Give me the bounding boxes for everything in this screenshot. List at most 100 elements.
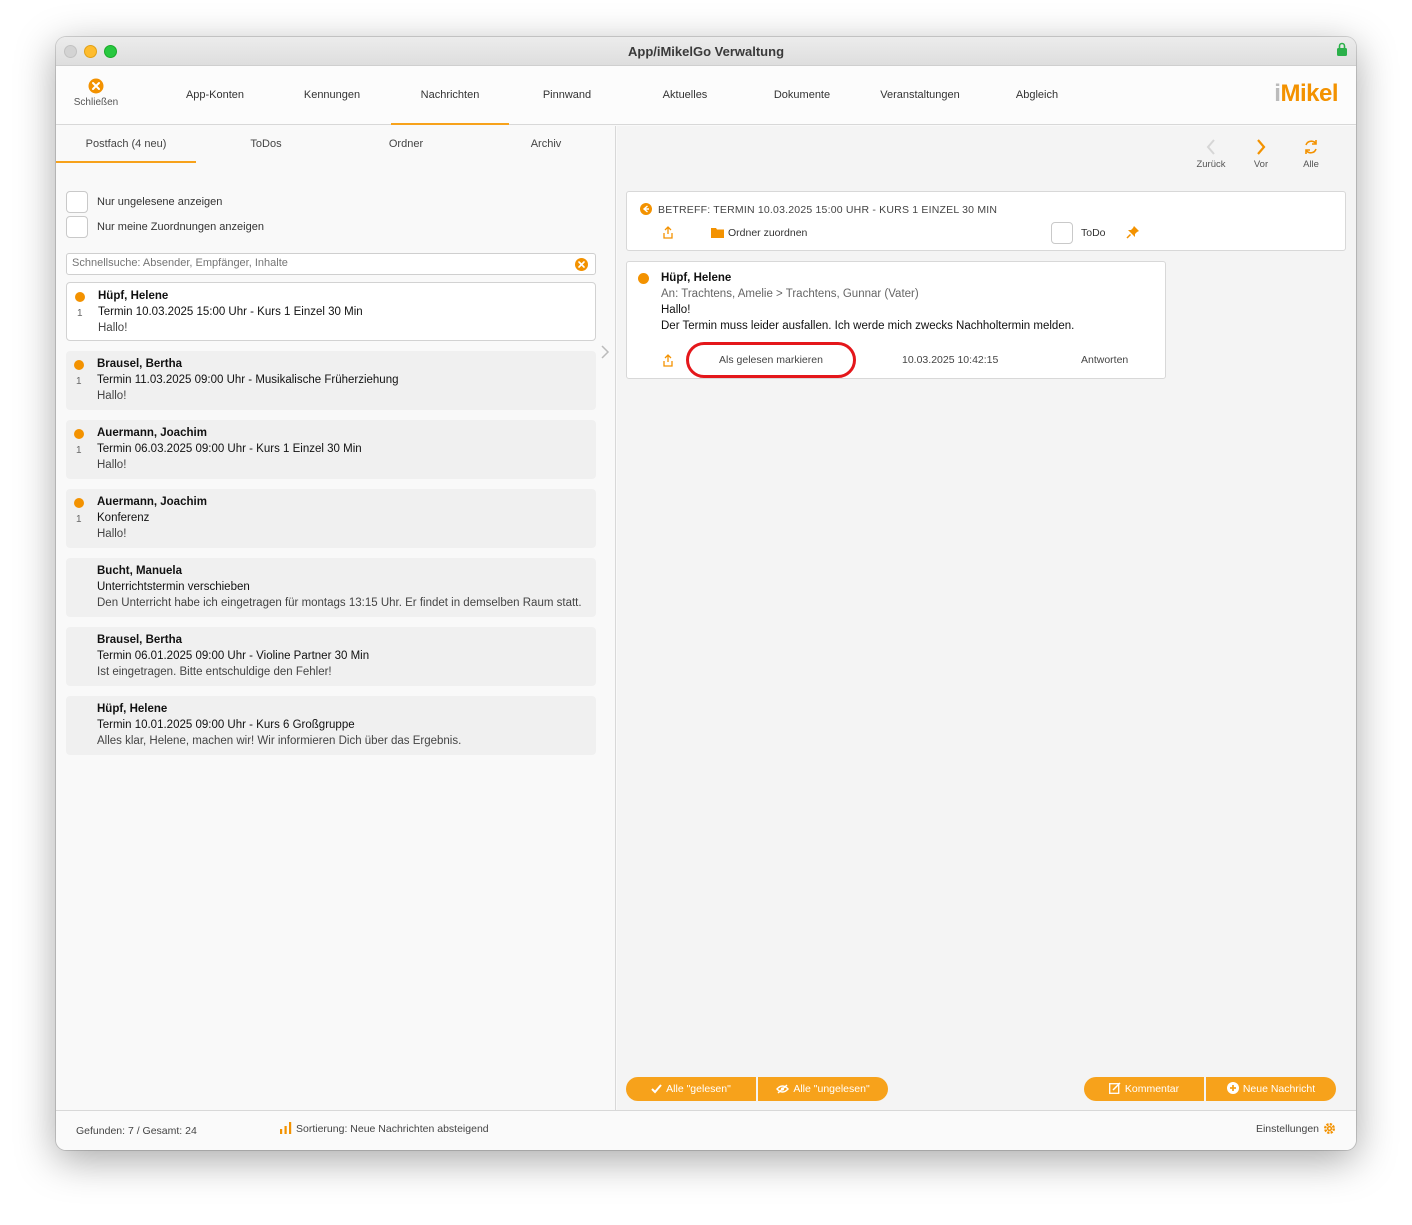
comment-button[interactable]: Kommentar [1084,1077,1204,1101]
mark-all-read-button[interactable]: Alle "gelesen" [626,1077,756,1101]
eye-slash-icon [776,1084,790,1094]
plus-circle-icon [1226,1082,1239,1094]
message-item[interactable]: Brausel, Bertha Termin 06.01.2025 09:00 … [66,627,596,686]
detail-recipients: An: Trachtens, Amelie > Trachtens, Gunna… [661,288,919,300]
comment-label: Kommentar [1124,1083,1180,1095]
app-window: App/iMikelGo Verwaltung Schließen App-Ko… [56,37,1356,1150]
settings-label: Einstellungen [1255,1123,1319,1135]
todo-checkbox[interactable] [1051,222,1073,244]
refresh-icon [1305,140,1317,154]
result-count: Gefunden: 7 / Gesamt: 24 [76,1125,197,1137]
detail-body-line: Der Termin muss leider ausfallen. Ich we… [661,320,1075,332]
forward-label: Vor [1253,159,1269,170]
mark-as-read-button[interactable]: Als gelesen markieren [686,342,856,378]
message-item[interactable]: 1 Auermann, Joachim Termin 06.03.2025 09… [66,420,596,479]
unread-dot-icon [74,360,84,370]
mark-all-unread-button[interactable]: Alle "ungelesen" [758,1077,888,1101]
nav-veranstaltungen[interactable]: Veranstaltungen [861,66,979,125]
close-circle-icon [88,78,104,94]
back-label: Zurück [1196,159,1226,170]
refresh-all-button[interactable]: Alle [1286,138,1336,170]
chevron-left-icon [1206,139,1215,155]
message-preview: Hallo! [97,528,127,540]
nav-aktuelles[interactable]: Aktuelles [626,66,744,125]
message-item[interactable]: Hüpf, Helene Termin 10.01.2025 09:00 Uhr… [66,696,596,755]
message-sender: Brausel, Bertha [97,358,183,370]
thread-subject-box: BETREFF: TERMIN 10.03.2025 15:00 UHR - K… [626,191,1346,251]
tab-ordner[interactable]: Ordner [336,126,476,163]
message-sender: Bucht, Manuela [97,565,182,577]
folder-icon [711,228,724,238]
message-item[interactable]: 1 Auermann, Joachim Konferenz Hallo! [66,489,596,548]
nav-kennungen[interactable]: Kennungen [273,66,391,125]
message-preview: Den Unterricht habe ich eingetragen für … [97,597,582,609]
share-icon[interactable] [662,226,674,239]
unread-only-checkbox[interactable] [66,191,88,213]
chevron-right-icon [601,345,610,359]
status-bar: Gefunden: 7 / Gesamt: 24 Sortierung: Neu… [56,1110,1356,1150]
sort-control[interactable]: Sortierung: Neue Nachrichten absteigend [280,1122,489,1135]
message-count: 1 [77,308,83,319]
message-item[interactable]: 1 Hüpf, Helene Termin 10.03.2025 15:00 U… [66,282,596,341]
message-subject: Termin 06.03.2025 09:00 Uhr - Kurs 1 Ein… [97,443,362,455]
message-preview: Hallo! [98,322,128,334]
clear-search-icon[interactable] [575,258,588,271]
nav-app-konten[interactable]: App-Konten [156,66,274,125]
nav-pinnwand[interactable]: Pinnwand [508,66,626,125]
new-message-button[interactable]: Neue Nachricht [1206,1077,1336,1101]
message-preview: Alles klar, Helene, machen wir! Wir info… [97,735,462,747]
message-sender: Hüpf, Helene [98,290,169,302]
tab-todos[interactable]: ToDos [196,126,336,163]
forward-button[interactable]: Vor [1236,138,1286,170]
message-detail-pane: Zurück Vor Alle BETREFF: TERMIN 10.03.20… [617,126,1356,1110]
search-input[interactable] [72,257,572,269]
share-icon[interactable] [662,354,674,367]
imikel-logo: iMikel [1274,80,1338,107]
tab-postfach[interactable]: Postfach (4 neu) [56,126,196,163]
message-preview: Ist eingetragen. Bitte entschuldige den … [97,666,332,678]
message-sender: Brausel, Bertha [97,634,183,646]
unread-dot-icon [75,292,85,302]
unread-only-label: Nur ungelesene anzeigen [97,196,223,208]
tab-archiv[interactable]: Archiv [476,126,616,163]
settings-button[interactable]: Einstellungen [1256,1122,1336,1135]
detail-body-line: Hallo! [661,304,691,316]
message-subject: Unterrichtstermin verschieben [97,581,250,593]
message-count: 1 [76,376,82,387]
gear-icon [1323,1122,1336,1135]
thread-subject: BETREFF: TERMIN 10.03.2025 15:00 UHR - K… [658,204,998,216]
nav-abgleich[interactable]: Abgleich [978,66,1096,125]
message-subject: Termin 10.03.2025 15:00 Uhr - Kurs 1 Ein… [98,306,363,318]
sort-label: Sortierung: Neue Nachrichten absteigend [296,1123,489,1135]
back-arrow-circle-icon[interactable] [640,203,652,215]
message-detail-card: Hüpf, Helene An: Trachtens, Amelie > Tra… [626,261,1166,379]
message-subject: Termin 10.01.2025 09:00 Uhr - Kurs 6 Gro… [97,719,355,731]
nav-nachrichten[interactable]: Nachrichten [391,66,509,125]
message-date: 10.03.2025 10:42:15 [902,354,999,366]
main-toolbar: Schließen App-Konten Kennungen Nachricht… [56,66,1356,125]
my-assignments-checkbox[interactable] [66,216,88,238]
reply-button[interactable]: Antworten [1081,354,1128,366]
unread-dot-icon [638,273,649,284]
unread-dot-icon [74,429,84,439]
message-subject: Termin 11.03.2025 09:00 Uhr - Musikalisc… [97,374,399,386]
pin-icon[interactable] [1126,225,1140,239]
mark-all-read-label: Alle "gelesen" [666,1083,731,1095]
edit-note-icon [1108,1082,1121,1094]
message-item[interactable]: Bucht, Manuela Unterrichtstermin verschi… [66,558,596,617]
message-sender: Auermann, Joachim [97,427,207,439]
lock-icon [1337,42,1347,56]
unread-dot-icon [74,498,84,508]
new-message-label: Neue Nachricht [1242,1083,1316,1095]
message-item[interactable]: 1 Brausel, Bertha Termin 11.03.2025 09:0… [66,351,596,410]
close-button[interactable]: Schließen [66,78,126,108]
assign-folder-button[interactable]: Ordner zuordnen [728,227,807,239]
message-count: 1 [76,514,82,525]
message-sender: Auermann, Joachim [97,496,207,508]
message-preview: Hallo! [97,459,127,471]
nav-dokumente[interactable]: Dokumente [743,66,861,125]
back-button[interactable]: Zurück [1186,138,1236,170]
message-preview: Hallo! [97,390,127,402]
my-assignments-label: Nur meine Zuordnungen anzeigen [97,221,264,233]
message-count: 1 [76,445,82,456]
